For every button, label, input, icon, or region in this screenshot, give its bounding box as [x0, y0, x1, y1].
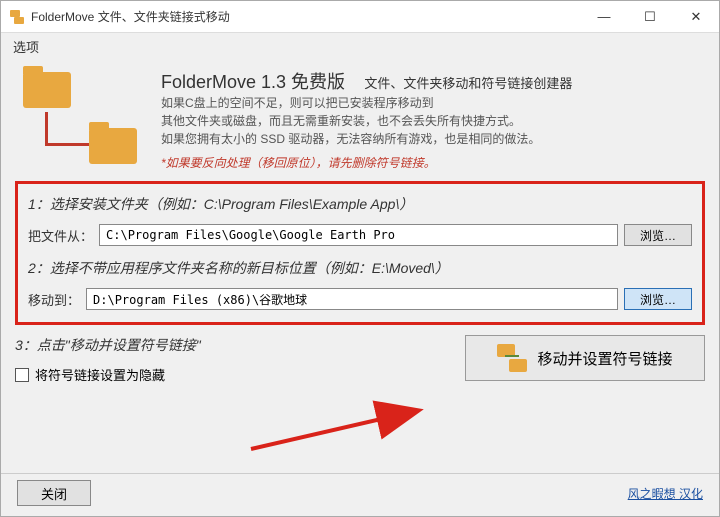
header-text: FolderMove 1.3 免费版 文件、文件夹移动和符号链接创建器 如果C盘…	[161, 68, 705, 171]
window-title: FolderMove 文件、文件夹链接式移动	[31, 8, 230, 25]
move-button-label: 移动并设置符号链接	[537, 348, 672, 369]
browse-source-button[interactable]: 浏览…	[624, 224, 692, 246]
move-and-link-button[interactable]: 移动并设置符号链接	[465, 335, 705, 381]
hidden-checkbox-label: 将符号链接设置为隐藏	[35, 365, 165, 384]
menu-options[interactable]: 选项	[13, 40, 39, 55]
warning-text: *如果要反向处理（移回原位），请先删除符号链接。	[161, 154, 705, 171]
minimize-button[interactable]: —	[581, 1, 627, 33]
hidden-checkbox-row: 将符号链接设置为隐藏	[15, 365, 445, 384]
app-icon	[9, 9, 25, 25]
desc-line-1: 如果C盘上的空间不足，则可以把已安装程序移动到	[161, 94, 705, 112]
menubar: 选项	[1, 33, 719, 60]
close-button[interactable]: 关闭	[17, 480, 91, 506]
content-area: FolderMove 1.3 免费版 文件、文件夹移动和符号链接创建器 如果C盘…	[1, 60, 719, 473]
window-controls: — ☐ ✕	[581, 1, 719, 33]
move-folder-icon	[497, 344, 527, 372]
close-window-button[interactable]: ✕	[673, 1, 719, 33]
credit-link[interactable]: 风之暇想 汉化	[628, 485, 703, 502]
source-label: 把文件从：	[28, 226, 93, 245]
app-subtitle: 文件、文件夹移动和符号链接创建器	[364, 76, 572, 91]
dest-path-input[interactable]	[86, 288, 618, 310]
desc-line-3: 如果您拥有太小的 SSD 驱动器，无法容纳所有游戏，也是相同的做法。	[161, 130, 705, 148]
source-path-input[interactable]	[99, 224, 618, 246]
browse-dest-button[interactable]: 浏览…	[624, 288, 692, 310]
app-title: FolderMove 1.3 免费版	[161, 72, 345, 92]
step3-row: 3：点击"移动并设置符号链接" 将符号链接设置为隐藏 移动并设置符号链接	[15, 335, 705, 384]
titlebar: FolderMove 文件、文件夹链接式移动 — ☐ ✕	[1, 1, 719, 33]
step3-label: 3：点击"移动并设置符号链接"	[15, 335, 445, 355]
hidden-symlink-checkbox[interactable]	[15, 368, 29, 382]
highlighted-steps-box: 1：选择安装文件夹（例如：C:\Program Files\Example Ap…	[15, 181, 705, 325]
step1-field-row: 把文件从： 浏览…	[28, 224, 692, 246]
step2-field-row: 移动到： 浏览…	[28, 288, 692, 310]
step2-label: 2：选择不带应用程序文件夹名称的新目标位置（例如：E:\Moved\）	[28, 258, 692, 278]
folder-link-graphic-icon	[15, 68, 145, 168]
step3-left: 3：点击"移动并设置符号链接" 将符号链接设置为隐藏	[15, 335, 445, 384]
bottom-bar: 关闭 风之暇想 汉化	[1, 473, 719, 516]
step1-label: 1：选择安装文件夹（例如：C:\Program Files\Example Ap…	[28, 194, 692, 214]
header-section: FolderMove 1.3 免费版 文件、文件夹移动和符号链接创建器 如果C盘…	[15, 68, 705, 179]
maximize-button[interactable]: ☐	[627, 1, 673, 33]
annotation-arrow-icon	[241, 399, 441, 459]
dest-label: 移动到：	[28, 290, 80, 309]
app-window: FolderMove 文件、文件夹链接式移动 — ☐ ✕ 选项 FolderMo…	[0, 0, 720, 517]
desc-line-2: 其他文件夹或磁盘，而且无需重新安装，也不会丢失所有快捷方式。	[161, 112, 705, 130]
